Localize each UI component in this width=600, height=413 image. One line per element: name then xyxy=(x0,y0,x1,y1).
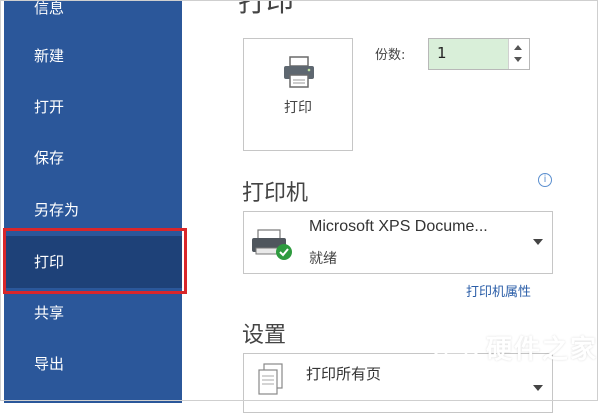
chevron-up-icon[interactable] xyxy=(514,45,522,50)
copies-input[interactable]: 1 xyxy=(428,38,530,70)
chevron-down-icon[interactable] xyxy=(514,57,522,62)
info-icon[interactable]: i xyxy=(538,173,552,187)
watermark-title: 硬件之家 xyxy=(486,335,599,365)
printer-dropdown[interactable]: Microsoft XPS Docume... 就绪 xyxy=(243,211,553,274)
sidebar-item-new[interactable]: 新建 xyxy=(4,30,182,82)
sidebar-item-open[interactable]: 打开 xyxy=(4,81,182,133)
printer-name: Microsoft XPS Docume... xyxy=(309,218,488,235)
page-title: 打印 xyxy=(238,0,295,18)
print-button[interactable]: 打印 xyxy=(243,38,353,151)
printer-section-title: 打印机 xyxy=(242,181,309,206)
printer-status: 就绪 xyxy=(309,251,337,267)
sidebar-item-info[interactable]: 信息 xyxy=(4,0,182,34)
sidebar-item-save[interactable]: 保存 xyxy=(4,132,182,184)
sidebar-item-export[interactable]: 导出 xyxy=(4,338,182,390)
hexagon-logo-icon xyxy=(434,328,478,376)
sidebar-item-save-as[interactable]: 另存为 xyxy=(4,184,182,236)
watermark-subtitle: YING JIAN ZHI JIA xyxy=(488,363,573,372)
sidebar-item-print[interactable]: 打印 xyxy=(4,236,182,288)
watermark: 硬件之家 YING JIAN ZHI JIA xyxy=(430,326,600,378)
backstage-sidebar: 信息 新建 打开 保存 另存为 打印 共享 导出 xyxy=(4,0,182,403)
pages-icon xyxy=(258,363,283,395)
printer-ready-icon xyxy=(252,229,292,260)
copies-value: 1 xyxy=(437,44,447,62)
settings-section-title: 设置 xyxy=(242,323,287,348)
printer-icon xyxy=(284,56,314,88)
print-range-value: 打印所有页 xyxy=(306,365,382,383)
chevron-down-icon xyxy=(533,239,543,245)
printer-properties-link[interactable]: 打印机属性 xyxy=(466,281,531,300)
chevron-down-icon xyxy=(533,385,543,391)
copies-stepper[interactable] xyxy=(508,39,529,69)
sidebar-item-share[interactable]: 共享 xyxy=(4,287,182,339)
print-button-label: 打印 xyxy=(284,100,312,116)
copies-label: 份数: xyxy=(375,48,406,63)
